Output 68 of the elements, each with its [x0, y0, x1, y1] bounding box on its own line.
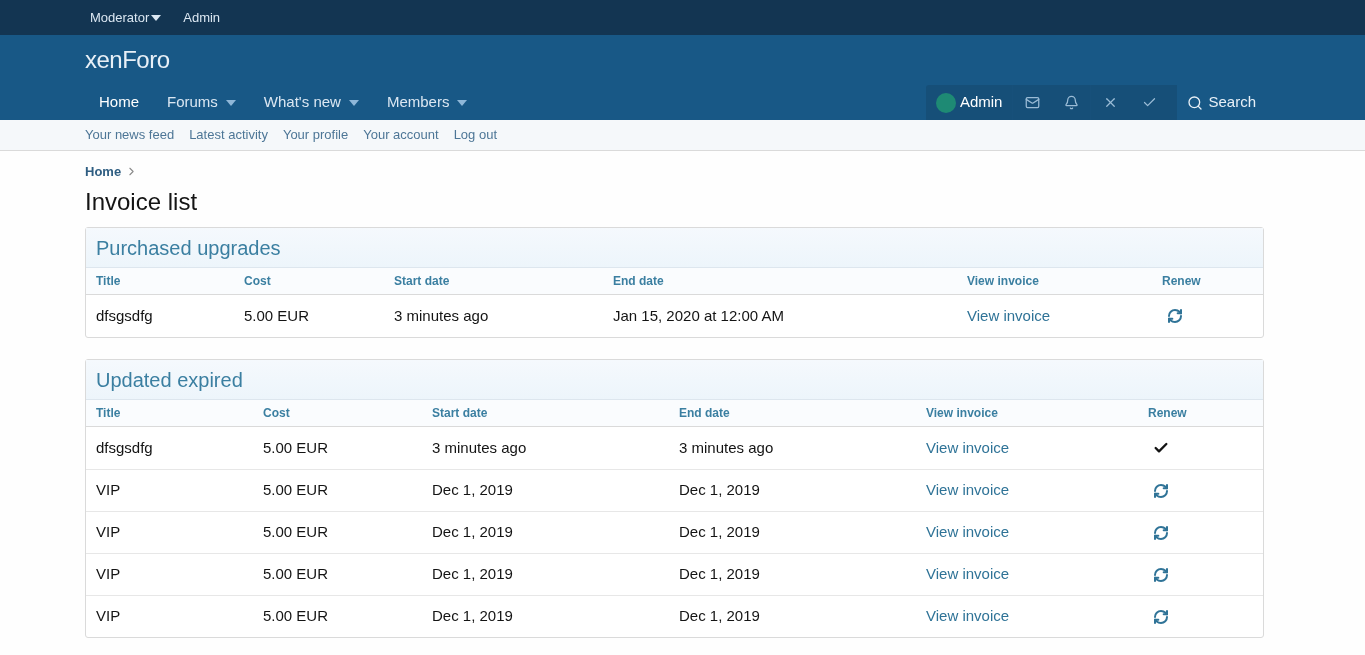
table-cell-text: 5.00 EUR: [263, 480, 330, 501]
column-header: View invoice: [967, 273, 1040, 290]
view-invoice-link[interactable]: View invoice: [926, 565, 1010, 583]
view-invoice-link[interactable]: View invoice: [967, 306, 1051, 324]
column-header: End date: [679, 405, 731, 422]
staff-link[interactable]: Admin: [183, 7, 221, 28]
column-header: Cost: [244, 273, 272, 290]
table-cell-text: 5.00 EUR: [263, 437, 330, 458]
table-cell-text: Jan 15, 2020 at 12:00 AM: [613, 305, 785, 326]
nav-tab[interactable]: What's new: [249, 85, 373, 120]
view-invoice-link[interactable]: View invoice: [926, 481, 1010, 499]
column-header: Cost: [263, 405, 291, 422]
block-title: Updated expired: [96, 367, 243, 393]
view-invoice-link[interactable]: View invoice: [926, 523, 1010, 541]
search-icon: [1187, 94, 1204, 111]
nav-tab[interactable]: Members: [372, 85, 482, 120]
table-cell-text: Dec 1, 2019: [432, 606, 514, 627]
table-cell-text: dfsgsdfg: [96, 437, 154, 458]
column-header: Title: [96, 273, 122, 290]
table-cell-text: 5.00 EUR: [244, 305, 311, 326]
view-invoice-link[interactable]: View invoice: [926, 438, 1010, 456]
column-header: View invoice: [926, 405, 999, 422]
sub-nav-link[interactable]: Your news feed: [85, 125, 175, 145]
table-cell-text: VIP: [96, 480, 122, 501]
renew-icon[interactable]: [1153, 482, 1169, 499]
sub-nav-link[interactable]: Latest activity: [189, 125, 268, 145]
column-header: Start date: [432, 405, 489, 422]
column-header: Renew: [1148, 405, 1188, 422]
renew-icon[interactable]: [1153, 524, 1169, 541]
search-button[interactable]: Search: [1177, 85, 1266, 120]
renew-icon[interactable]: [1167, 308, 1183, 324]
table-cell-text: 5.00 EUR: [263, 522, 330, 543]
breadcrumb-link[interactable]: Home: [85, 161, 122, 182]
view-invoice-link[interactable]: View invoice: [926, 607, 1010, 625]
logo[interactable]: xenForo: [85, 42, 170, 78]
sub-nav-link[interactable]: Your account: [363, 125, 439, 145]
renew-icon[interactable]: [1153, 566, 1169, 583]
table-cell-text: Dec 1, 2019: [432, 564, 514, 585]
table-cell-text: Dec 1, 2019: [679, 480, 761, 501]
page-title: Invoice list: [85, 187, 199, 217]
table-cell-text: 5.00 EUR: [263, 564, 330, 585]
table-cell-text: 5.00 EUR: [263, 606, 330, 627]
table-cell-text: VIP: [96, 606, 122, 627]
table-cell-text: VIP: [96, 564, 122, 585]
column-header: End date: [613, 273, 665, 290]
sub-nav-link[interactable]: Your profile: [282, 125, 349, 145]
bell-icon: [1063, 95, 1079, 110]
block-title: Purchased upgrades: [96, 235, 281, 261]
table-cell-text: Dec 1, 2019: [432, 480, 514, 501]
table-cell-text: VIP: [96, 522, 122, 543]
table-cell-text: Dec 1, 2019: [679, 522, 761, 543]
table-cell-text: 3 minutes ago: [432, 437, 528, 458]
column-header: Renew: [1162, 273, 1202, 290]
table-cell-text: Dec 1, 2019: [432, 522, 514, 543]
table-cell-text: Dec 1, 2019: [679, 564, 761, 585]
table-cell-text: 3 minutes ago: [679, 437, 775, 458]
nav-tab[interactable]: Forums: [153, 85, 250, 120]
sub-nav-link[interactable]: Log out: [453, 125, 497, 145]
table-cell-text: dfsgsdfg: [96, 305, 154, 326]
column-header: Start date: [394, 273, 451, 290]
avatar-icon: [935, 92, 956, 113]
table-cell-text: 3 minutes ago: [394, 305, 490, 326]
table-cell-text: Dec 1, 2019: [679, 606, 761, 627]
renew-icon[interactable]: [1153, 608, 1169, 625]
envelope-icon: [1025, 95, 1041, 110]
column-header: Title: [96, 405, 122, 422]
nav-tab[interactable]: Home: [85, 85, 153, 120]
staff-link[interactable]: Moderator: [90, 7, 162, 28]
